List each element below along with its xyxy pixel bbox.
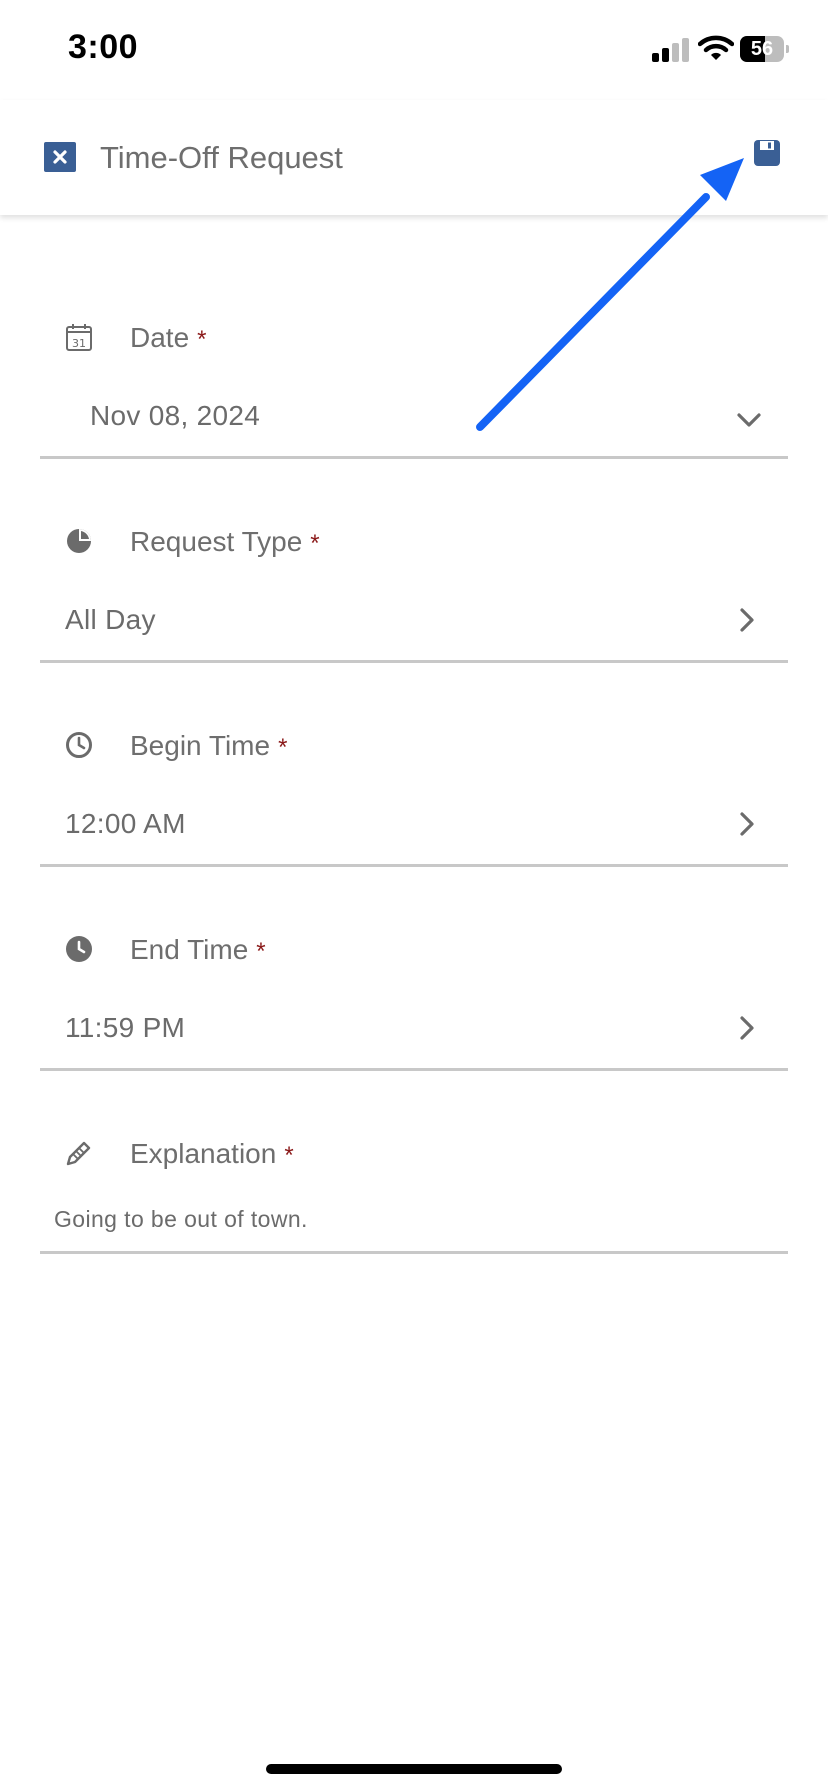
close-button[interactable] <box>44 142 76 172</box>
request-type-field[interactable]: Request Type * All Day <box>40 522 788 663</box>
battery-icon: 56 <box>740 36 789 62</box>
date-field[interactable]: 31 Date * Nov 08, 2024 <box>40 318 788 459</box>
save-icon[interactable] <box>752 138 782 168</box>
chevron-right-icon[interactable] <box>734 810 760 838</box>
status-bar: 3:00 56 <box>0 0 828 100</box>
end-time-value: 11:59 PM <box>65 1012 186 1043</box>
date-label: Date * <box>130 322 207 353</box>
begin-time-field[interactable]: Begin Time * 12:00 AM <box>40 726 788 867</box>
cellular-signal-icon <box>652 36 692 62</box>
clock-filled-icon <box>66 936 92 962</box>
begin-time-label: Begin Time * <box>130 730 288 761</box>
request-type-value: All Day <box>65 604 156 635</box>
end-time-field[interactable]: End Time * 11:59 PM <box>40 930 788 1071</box>
app-header: Time-Off Request <box>0 100 828 215</box>
explanation-field[interactable]: Explanation * Going to be out of town. <box>40 1134 788 1254</box>
chevron-down-icon[interactable] <box>736 406 762 434</box>
explanation-label: Explanation * <box>130 1138 294 1169</box>
annotation-arrow <box>476 158 744 431</box>
required-marker: * <box>278 734 288 761</box>
pencil-icon <box>66 1141 91 1166</box>
status-time: 3:00 <box>68 28 139 66</box>
end-time-label: End Time * <box>130 934 266 965</box>
required-marker: * <box>197 326 207 353</box>
battery-level: 56 <box>750 38 774 60</box>
pie-chart-icon <box>67 529 91 553</box>
required-marker: * <box>310 530 320 557</box>
required-marker: * <box>256 938 266 965</box>
home-indicator <box>266 1764 562 1774</box>
chevron-right-icon[interactable] <box>734 1014 760 1042</box>
begin-time-value: 12:00 AM <box>65 808 186 839</box>
svg-text:31: 31 <box>72 337 86 350</box>
required-marker: * <box>284 1142 294 1169</box>
calendar-icon: 31 <box>66 324 92 351</box>
explanation-value[interactable]: Going to be out of town. <box>54 1206 308 1233</box>
request-type-label: Request Type * <box>130 526 320 557</box>
chevron-right-icon[interactable] <box>734 606 760 634</box>
close-icon <box>53 150 67 164</box>
clock-outline-icon <box>66 732 92 758</box>
page-title: Time-Off Request <box>100 140 343 175</box>
date-value: Nov 08, 2024 <box>90 400 261 431</box>
wifi-icon <box>698 35 734 60</box>
